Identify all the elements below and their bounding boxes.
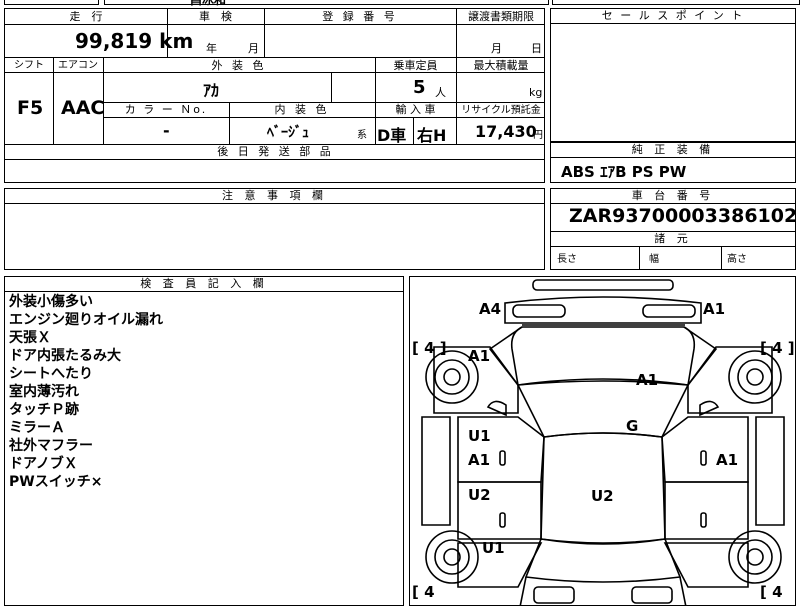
ac-label: エアコン (58, 60, 98, 71)
chassis-box: 車 台 番 号 ZAR93700003386102 諸 元 長さ 幅 高さ (550, 188, 798, 270)
transfer-deadline-label: 譲渡書類期限 (468, 10, 534, 23)
recycle-label: リサイクル預託金 (461, 105, 541, 116)
mileage-label: 走 行 (69, 10, 103, 23)
inspector-note: PWスイッチ× (9, 474, 103, 490)
interior-color-label: 内 装 色 (274, 103, 330, 116)
vehicle-diagram: [ 4 ] [ 4 ] [ 4 [ 4 A4 A1 A1 A1 G U1 A1 … (409, 276, 796, 606)
inspection-label: 車 検 (199, 10, 232, 23)
equipment-value: ABS ｴｱB PS PW (561, 163, 687, 181)
tire-left-front: [ 4 ] (412, 339, 447, 357)
caution-box: 注 意 事 項 欄 (4, 188, 545, 270)
inspector-note: エンジン廻りオイル漏れ (9, 312, 163, 328)
mark-roof: U2 (591, 487, 614, 505)
sales-point-label: セ ー ル ス ポ イ ン ト (551, 9, 795, 24)
inspector-note: 天張Ｘ (9, 330, 51, 346)
later-parts-label: 後 日 発 送 部 品 (217, 145, 334, 158)
interior-color-value: ﾍﾞｰｼﾞｭ (267, 125, 309, 141)
inspector-note: 外装小傷多い (9, 294, 93, 310)
length-label: 長さ (557, 254, 577, 265)
mileage-value: 99,819 km (75, 29, 194, 53)
tire-right-rear: [ 4 (760, 583, 783, 601)
payload-unit: kg (529, 86, 543, 99)
inspector-note: 室内薄汚れ (9, 384, 79, 400)
inspector-note: ドア内張たるみ大 (9, 348, 121, 364)
recycle-unit: 円 (533, 130, 543, 141)
registration-label: 登 録 番 号 (322, 10, 398, 23)
caution-label: 注 意 事 項 欄 (5, 189, 544, 204)
capacity-value: 5 (413, 77, 426, 98)
shift-value: F5 (17, 97, 44, 119)
exterior-color-label: 外 装 色 (211, 59, 267, 72)
capacity-label: 乗車定員 (393, 59, 438, 72)
top-strip: 昌冰和 (4, 0, 800, 7)
recycle-value: 17,430 (475, 122, 537, 141)
inspector-note: 社外マフラー (9, 438, 93, 454)
equipment-box: 純 正 装 備 ABS ｴｱB PS PW (550, 142, 796, 183)
mark-front-left-bumper: A4 (479, 300, 502, 318)
mark-left-rear-door: U2 (468, 486, 491, 504)
dimensions-label: 諸 元 (654, 232, 692, 245)
transfer-day-unit: 日 (531, 42, 542, 55)
inspector-note: シートへたり (9, 366, 93, 382)
chassis-label: 車 台 番 号 (551, 189, 795, 204)
mark-left-rear-fender: U1 (482, 539, 505, 557)
import-type: D車 (377, 126, 407, 145)
mark-left-front-door-a: A1 (468, 451, 491, 469)
inspection-month-unit: 月 (248, 42, 259, 55)
spec-table: 走 行 車 検 登 録 番 号 譲渡書類期限 99,819 km 年 月 月 日… (4, 8, 545, 183)
inspector-note: ドアノブＸ (9, 456, 78, 472)
chassis-number: ZAR93700003386102 (569, 205, 798, 227)
mark-hood: A1 (636, 371, 659, 389)
transfer-month-unit: 月 (491, 42, 502, 55)
import-label: 輸 入 車 (395, 103, 436, 116)
inspector-label: 検 査 員 記 入 欄 (5, 277, 403, 292)
mark-left-front-door-u: U1 (468, 427, 491, 445)
mark-right-front-door: A1 (716, 451, 739, 469)
tire-left-rear: [ 4 (412, 583, 435, 601)
capacity-unit: 人 (435, 86, 446, 99)
inspector-box: 検 査 員 記 入 欄 外装小傷多いエンジン廻りオイル漏れ 天張Ｘ ドア内張たるみ大… (4, 276, 404, 606)
mark-left-fender: A1 (468, 347, 491, 365)
interior-suffix: 系 (357, 130, 367, 141)
equipment-label: 純 正 装 備 (551, 143, 795, 158)
mark-front-right-bumper: A1 (703, 300, 726, 318)
height-label: 高さ (727, 254, 747, 265)
color-no-value: - (163, 121, 170, 140)
color-no-label: カ ラ ー Ｎo. (124, 103, 208, 116)
inspection-year-unit: 年 (206, 42, 217, 55)
ac-value: AAC (61, 97, 105, 119)
shift-label: シフト (14, 60, 44, 71)
top-strip-fragment: 昌冰和 (190, 0, 227, 7)
inspector-note: タッチＰ跡 (9, 402, 79, 418)
payload-label: 最大積載量 (473, 59, 529, 72)
inspector-note: ミラーＡ (9, 420, 65, 436)
sales-point-box: セ ー ル ス ポ イ ン ト (550, 8, 796, 142)
steering-value: 右H (417, 126, 447, 145)
inspector-notes: 外装小傷多いエンジン廻りオイル漏れ 天張Ｘ ドア内張たるみ大 シートへたり 室内薄汚れタ… (9, 293, 163, 491)
tire-right-front: [ 4 ] (760, 339, 795, 357)
width-label: 幅 (649, 254, 659, 265)
exterior-color-value: ｱｶ (203, 81, 220, 100)
mark-windshield: G (626, 417, 639, 435)
